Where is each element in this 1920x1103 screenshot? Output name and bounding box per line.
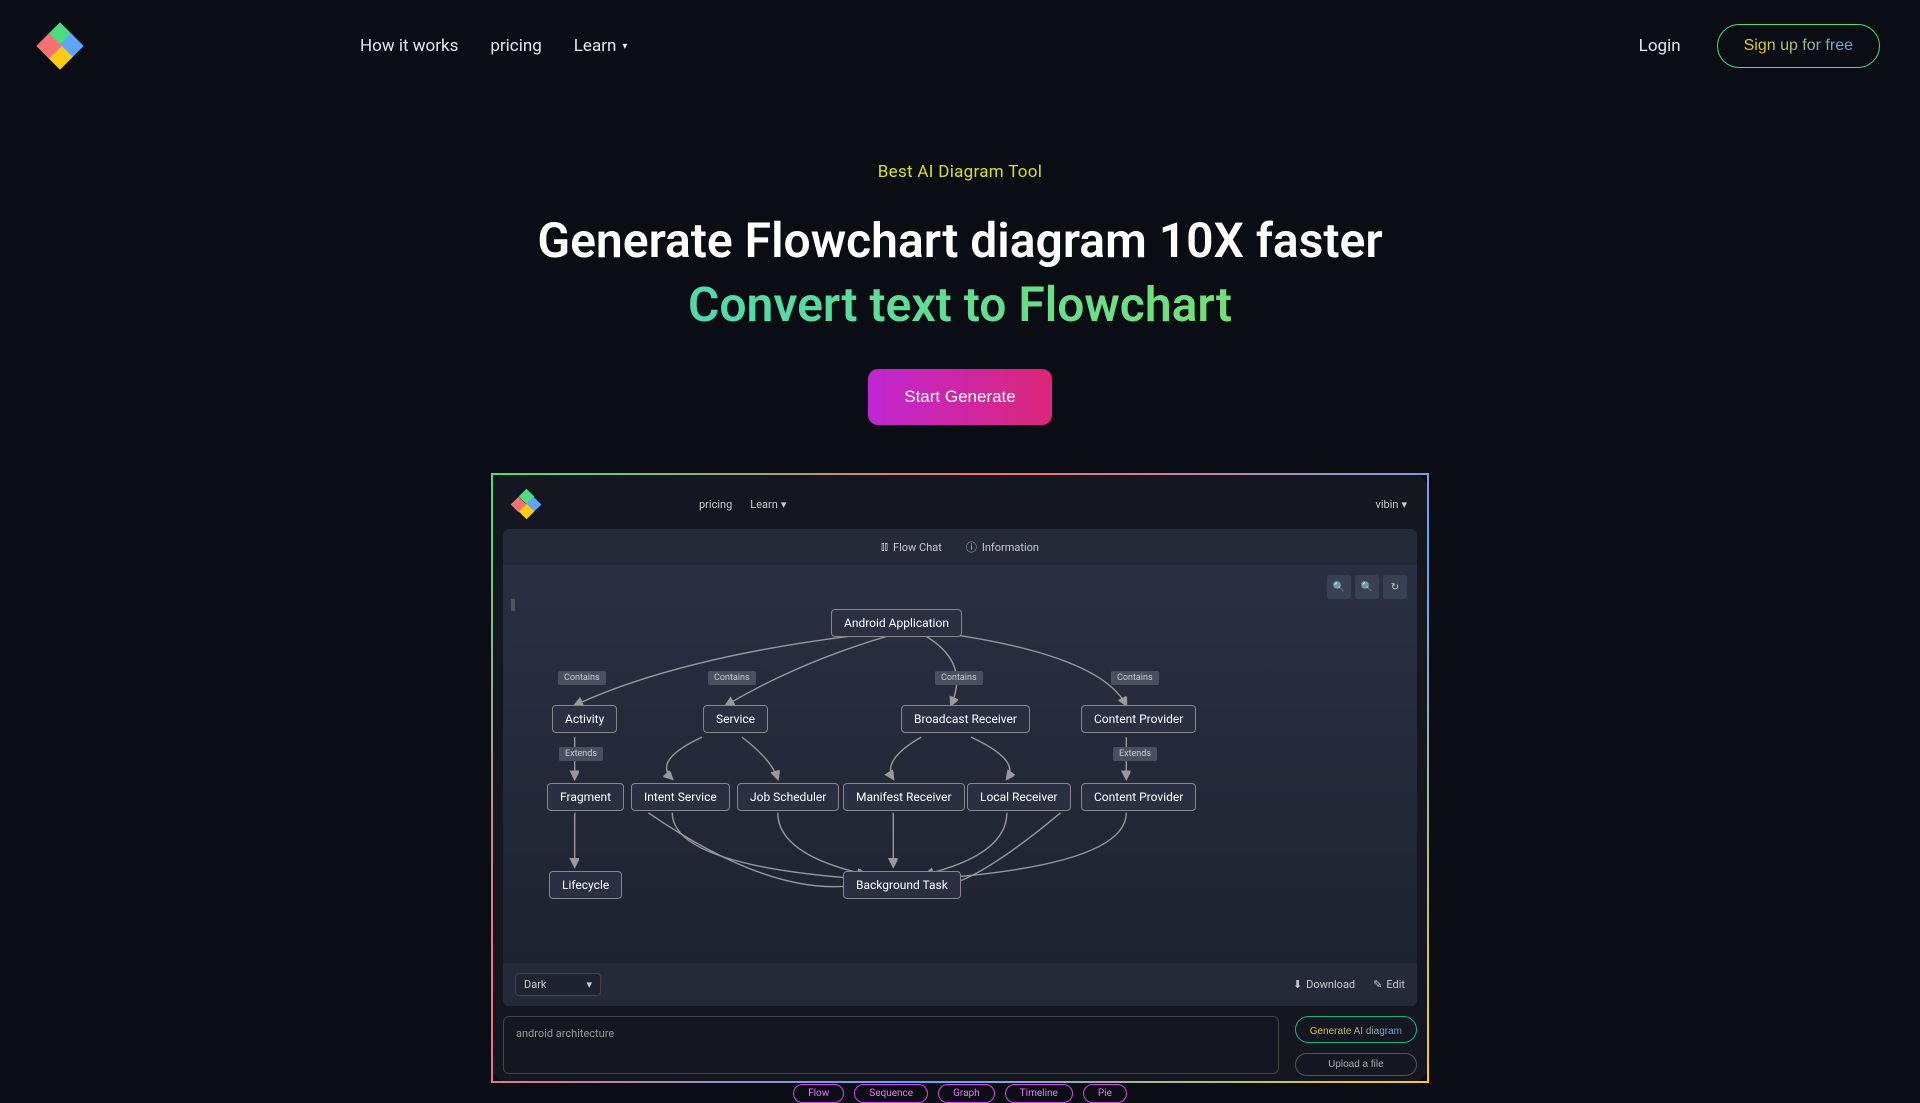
info-icon: ⓘ: [966, 539, 977, 555]
edit-icon: ✎: [1373, 978, 1382, 991]
node-content-provider-2[interactable]: Content Provider: [1081, 783, 1196, 811]
edge-label: Contains: [708, 671, 756, 685]
navbar: How it works pricing Learn▾ Login Sign u…: [0, 0, 1920, 92]
footer-actions: ⬇Download ✎Edit: [1293, 978, 1405, 991]
download-icon: ⬇: [1293, 978, 1302, 991]
zoom-in-icon[interactable]: 🔍: [1327, 575, 1351, 599]
app-preview: pricing Learn ▾ vibin ▾ ⫾⫾Flow Chat ⓘInf…: [491, 473, 1429, 1083]
download-button[interactable]: ⬇Download: [1293, 978, 1355, 991]
nav-links: How it works pricing Learn▾: [360, 36, 627, 56]
input-row: android architecture Generate AI diagram…: [503, 1016, 1417, 1076]
hero: Best AI Diagram Tool Generate Flowchart …: [0, 92, 1920, 425]
hero-subheadline: Convert text to Flowchart: [0, 276, 1920, 333]
hero-badge: Best AI Diagram Tool: [0, 162, 1920, 182]
nav-right: Login Sign up for free: [1639, 24, 1880, 68]
node-background-task[interactable]: Background Task: [843, 871, 961, 899]
pill-graph[interactable]: Graph: [938, 1084, 995, 1103]
edge-label: Contains: [935, 671, 983, 685]
node-intent-service[interactable]: Intent Service: [631, 783, 730, 811]
app-nav-learn[interactable]: Learn ▾: [750, 498, 786, 511]
node-content-provider[interactable]: Content Provider: [1081, 705, 1196, 733]
edge-label: Extends: [1113, 747, 1157, 761]
tab-information[interactable]: ⓘInformation: [966, 539, 1039, 555]
canvas[interactable]: 🔍 🔍 ↻: [503, 565, 1417, 963]
app-nav: pricing Learn ▾: [699, 498, 786, 511]
zoom-out-icon[interactable]: 🔍: [1355, 575, 1379, 599]
diagram-type-pills: Flow Sequence Graph Timeline Pie: [503, 1084, 1417, 1103]
chevron-down-icon: ▾: [622, 41, 627, 52]
canvas-footer: Dark▾ ⬇Download ✎Edit: [503, 963, 1417, 1006]
node-service[interactable]: Service: [703, 705, 768, 733]
prompt-input[interactable]: android architecture: [503, 1016, 1279, 1074]
edge-label: Extends: [559, 747, 603, 761]
signup-button[interactable]: Sign up for free: [1717, 24, 1880, 68]
app-nav-pricing[interactable]: pricing: [699, 498, 732, 511]
pill-timeline[interactable]: Timeline: [1005, 1084, 1073, 1103]
chevron-down-icon: ▾: [781, 498, 787, 511]
generate-diagram-button[interactable]: Generate AI diagram: [1295, 1016, 1417, 1043]
chart-icon: ⫾⫾: [881, 540, 888, 554]
app-logo[interactable]: [513, 491, 539, 517]
node-root[interactable]: Android Application: [831, 609, 962, 637]
app-user-menu[interactable]: vibin ▾: [1376, 498, 1407, 511]
chevron-down-icon: ▾: [1401, 498, 1407, 511]
canvas-tools: 🔍 🔍 ↻: [1327, 575, 1407, 599]
start-generate-button[interactable]: Start Generate: [868, 369, 1052, 425]
canvas-wrap: ⫾⫾Flow Chat ⓘInformation 🔍 🔍 ↻: [503, 529, 1417, 1006]
theme-select[interactable]: Dark▾: [515, 973, 601, 996]
pill-flow[interactable]: Flow: [793, 1084, 844, 1103]
reset-icon[interactable]: ↻: [1383, 575, 1407, 599]
pill-pie[interactable]: Pie: [1083, 1084, 1127, 1103]
node-manifest-receiver[interactable]: Manifest Receiver: [843, 783, 965, 811]
side-actions: Generate AI diagram Upload a file: [1295, 1016, 1417, 1076]
app-header: pricing Learn ▾ vibin ▾: [503, 485, 1417, 529]
chevron-down-icon: ▾: [587, 978, 593, 991]
node-lifecycle[interactable]: Lifecycle: [549, 871, 622, 899]
login-link[interactable]: Login: [1639, 36, 1681, 56]
node-fragment[interactable]: Fragment: [547, 783, 624, 811]
hero-headline: Generate Flowchart diagram 10X faster: [0, 210, 1920, 272]
nav-pricing[interactable]: pricing: [490, 36, 541, 56]
node-job-scheduler[interactable]: Job Scheduler: [737, 783, 839, 811]
canvas-tabs: ⫾⫾Flow Chat ⓘInformation: [503, 529, 1417, 565]
node-broadcast[interactable]: Broadcast Receiver: [901, 705, 1030, 733]
node-activity[interactable]: Activity: [552, 705, 617, 733]
edge-label: Contains: [558, 671, 606, 685]
node-local-receiver[interactable]: Local Receiver: [967, 783, 1071, 811]
edit-button[interactable]: ✎Edit: [1373, 978, 1405, 991]
pill-sequence[interactable]: Sequence: [854, 1084, 928, 1103]
logo[interactable]: [40, 26, 80, 66]
prompt-text: android architecture: [516, 1027, 1266, 1040]
drag-handle[interactable]: [511, 599, 515, 611]
edge-label: Contains: [1111, 671, 1159, 685]
upload-file-button[interactable]: Upload a file: [1295, 1053, 1417, 1076]
tab-flow-chat[interactable]: ⫾⫾Flow Chat: [881, 539, 942, 555]
nav-how-it-works[interactable]: How it works: [360, 36, 458, 56]
nav-learn[interactable]: Learn▾: [574, 36, 628, 56]
